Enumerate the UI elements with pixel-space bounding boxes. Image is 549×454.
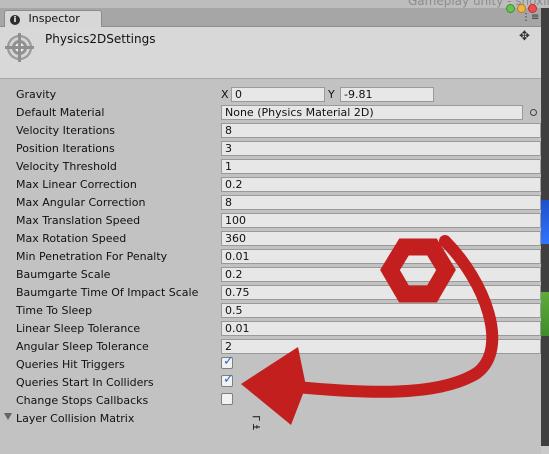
settings-row: Time To Sleep 0.5 <box>0 303 541 321</box>
chevron-down-icon <box>4 413 12 420</box>
settings-row: Velocity Iterations 8 <box>0 123 541 141</box>
setting-label: Velocity Threshold <box>16 160 117 173</box>
settings-row: Velocity Threshold 1 <box>0 159 541 177</box>
gravity-x-label: X <box>221 88 229 101</box>
setting-field[interactable]: 0.2 <box>221 267 541 282</box>
settings-row: Max Translation Speed 100 <box>0 213 541 231</box>
setting-field[interactable]: 8 <box>221 195 541 210</box>
settings-row: Baumgarte Scale 0.2 <box>0 267 541 285</box>
setting-label: Max Linear Correction <box>16 178 137 191</box>
settings-row: Max Angular Correction 8 <box>0 195 541 213</box>
footer-vertical-text: Ŧ ⅃ <box>252 415 263 430</box>
tab-bar: i Inspector ⋮≡ <box>0 4 541 27</box>
setting-label: Baumgarte Scale <box>16 268 111 281</box>
setting-field[interactable]: 3 <box>221 141 541 156</box>
setting-field[interactable]: 360 <box>221 231 541 246</box>
gravity-x-field[interactable]: 0 <box>231 87 325 102</box>
checkbox-label: Queries Hit Triggers <box>16 358 125 371</box>
info-icon: i <box>10 15 20 25</box>
setting-label: Baumgarte Time Of Impact Scale <box>16 286 199 299</box>
setting-label: Min Penetration For Penalty <box>16 250 168 263</box>
settings-row: Position Iterations 3 <box>0 141 541 159</box>
setting-field[interactable]: 0.5 <box>221 303 541 318</box>
tab-label: Inspector <box>28 12 80 25</box>
setting-label: Max Angular Correction <box>16 196 146 209</box>
default-material-field[interactable]: None (Physics Material 2D) <box>221 105 523 120</box>
inspector-header: Physics2DSettings ✥ <box>0 27 541 79</box>
tab-inspector[interactable]: i Inspector <box>4 10 102 27</box>
inspector-window: i Inspector ⋮≡ Physics2DSettings ✥ Gravi… <box>0 4 541 454</box>
settings-row: Linear Sleep Tolerance 0.01 <box>0 321 541 339</box>
settings-row: Max Rotation Speed 360 <box>0 231 541 249</box>
green-window-icon <box>506 4 515 13</box>
gravity-row: Gravity X 0 Y -9.81 <box>0 87 541 105</box>
setting-field[interactable]: 0.01 <box>221 249 541 264</box>
checkmark-icon: ✓ <box>223 372 234 387</box>
checkbox-row: Change Stops Callbacks <box>0 393 541 411</box>
setting-label: Max Rotation Speed <box>16 232 127 245</box>
settings-row: Max Linear Correction 0.2 <box>0 177 541 195</box>
default-material-label: Default Material <box>16 106 105 119</box>
inspector-body: Gravity X 0 Y -9.81 Default Material Non… <box>0 79 541 454</box>
settings-gear-icon[interactable]: ✥ <box>519 30 533 44</box>
physics-settings-icon <box>5 33 34 62</box>
setting-field[interactable]: 0.01 <box>221 321 541 336</box>
menu-icon[interactable]: ⋮≡ <box>521 13 539 23</box>
object-picker-icon[interactable] <box>530 109 537 116</box>
setting-label: Time To Sleep <box>16 304 93 317</box>
setting-label: Position Iterations <box>16 142 115 155</box>
gravity-y-label: Y <box>328 88 335 101</box>
page-title: Physics2DSettings <box>45 32 156 46</box>
foldout-label: Layer Collision Matrix <box>16 412 135 425</box>
queries-start-in-colliders-checkbox[interactable]: ✓ <box>221 372 234 387</box>
setting-field[interactable]: 0.75 <box>221 285 541 300</box>
checkbox-row: Queries Hit Triggers ✓ <box>0 354 541 375</box>
gravity-label: Gravity <box>16 88 57 101</box>
background-strip: Gameplay unity - shoxin <box>0 0 549 8</box>
setting-field[interactable]: 8 <box>221 123 541 138</box>
setting-field[interactable]: 100 <box>221 213 541 228</box>
foldout-row[interactable]: Layer Collision Matrix <box>0 411 541 429</box>
settings-row: Min Penetration For Penalty 0.01 <box>0 249 541 267</box>
change-stops-callbacks-checkbox[interactable] <box>221 393 233 405</box>
setting-label: Linear Sleep Tolerance <box>16 322 141 335</box>
checkmark-icon: ✓ <box>223 354 234 369</box>
setting-label: Angular Sleep Tolerance <box>16 340 149 353</box>
checkbox-label: Queries Start In Colliders <box>16 376 154 389</box>
checkbox-label: Change Stops Callbacks <box>16 394 149 407</box>
settings-row: Angular Sleep Tolerance 2 <box>0 339 541 357</box>
setting-field[interactable]: 2 <box>221 339 541 354</box>
blue-edge-chip <box>541 200 549 244</box>
setting-label: Velocity Iterations <box>16 124 116 137</box>
queries-hit-triggers-checkbox[interactable]: ✓ <box>221 354 234 369</box>
green-edge-chip <box>541 292 549 336</box>
setting-field[interactable]: 1 <box>221 159 541 174</box>
gravity-y-field[interactable]: -9.81 <box>340 87 434 102</box>
setting-field[interactable]: 0.2 <box>221 177 541 192</box>
setting-label: Max Translation Speed <box>16 214 141 227</box>
default-material-row: Default Material None (Physics Material … <box>0 105 541 123</box>
settings-row: Baumgarte Time Of Impact Scale 0.75 <box>0 285 541 303</box>
checkbox-row: Queries Start In Colliders ✓ <box>0 372 541 393</box>
